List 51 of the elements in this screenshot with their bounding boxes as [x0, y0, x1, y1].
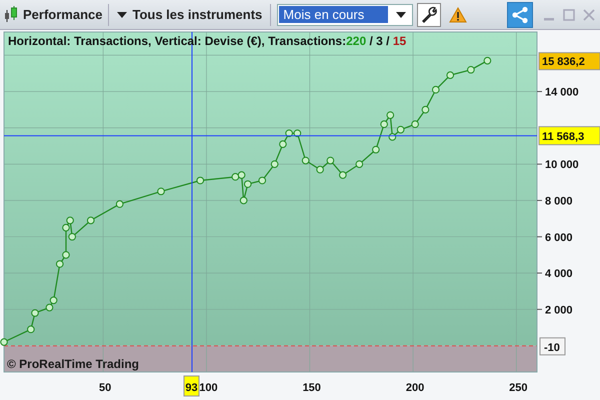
transaction-count: 15: [392, 34, 406, 48]
caret-icon: [396, 12, 406, 18]
transaction-count: 3: [376, 34, 383, 48]
crosshair-x-tag: 93: [184, 376, 200, 396]
data-point: [116, 200, 124, 208]
data-point: [270, 160, 278, 168]
x-axis-label: 100: [199, 382, 218, 394]
data-point: [422, 106, 430, 114]
data-point: [432, 86, 440, 94]
settings-button[interactable]: [417, 2, 442, 26]
data-point: [356, 160, 364, 168]
copyright-text: © ProRealTime Trading: [7, 357, 139, 371]
data-point: [0, 338, 8, 346]
warning-icon[interactable]: [449, 6, 468, 22]
y-axis-label: 10 000: [545, 159, 579, 172]
data-point: [316, 166, 324, 174]
transaction-count: 220: [346, 34, 366, 48]
instruments-dropdown[interactable]: Tous les instruments: [115, 7, 264, 22]
data-point: [31, 309, 39, 317]
data-point: [467, 66, 475, 74]
period-select[interactable]: Mois en cours: [277, 4, 414, 26]
data-point: [372, 146, 380, 154]
data-point: [302, 156, 310, 164]
data-point: [326, 156, 334, 164]
data-point: [157, 188, 165, 196]
last-value-tag: 15 836,2: [538, 52, 600, 70]
y-axis-label: 8 000: [545, 195, 573, 208]
caret-icon: [117, 12, 128, 18]
share-button[interactable]: [507, 2, 533, 28]
data-point: [196, 176, 204, 184]
data-point: [27, 326, 35, 334]
data-point: [446, 71, 454, 79]
x-axis-label: 200: [406, 382, 424, 394]
y-axis-label: 6 000: [545, 232, 573, 244]
data-point: [484, 56, 492, 64]
data-point: [86, 216, 95, 224]
data-point: [279, 140, 287, 148]
y-axis-label: 14 000: [545, 86, 579, 99]
data-point: [258, 176, 266, 184]
data-point: [339, 171, 347, 179]
x-axis-label: 150: [302, 382, 321, 394]
x-axis-label: 50: [99, 382, 112, 394]
data-point: [240, 196, 248, 204]
x-axis-label: 250: [509, 382, 528, 394]
y-axis-label: 2 000: [545, 304, 573, 316]
zero-value-tag: -10: [540, 337, 566, 356]
candlestick-icon: [3, 4, 19, 24]
crosshair-value-tag: 11 568,3: [538, 126, 600, 146]
toolbar-title[interactable]: Performance: [23, 7, 102, 22]
data-point: [411, 120, 419, 128]
y-axis-label: 4 000: [545, 268, 573, 280]
